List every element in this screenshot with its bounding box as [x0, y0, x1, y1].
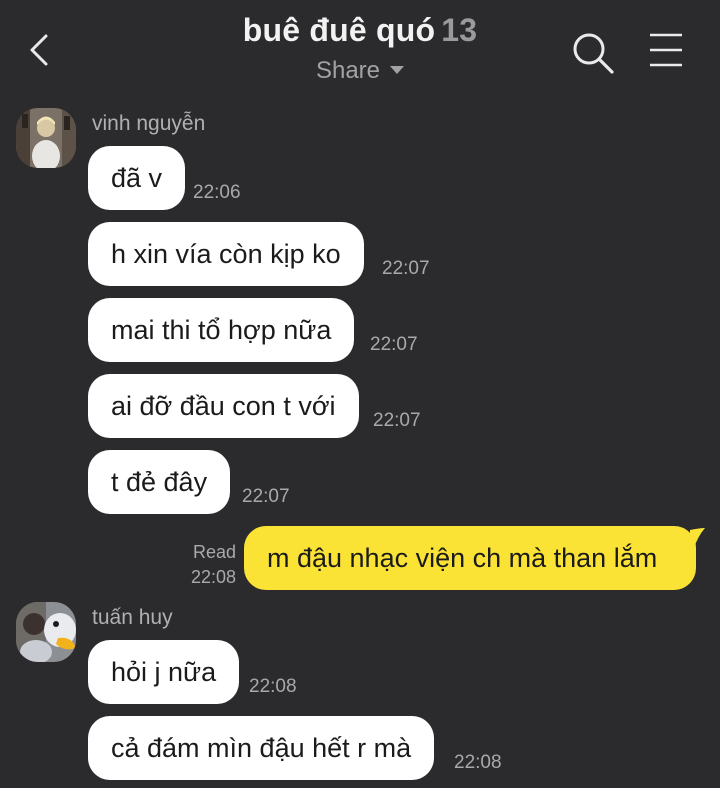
- hamburger-menu-icon[interactable]: [648, 32, 684, 68]
- my-message-bubble[interactable]: m đậu nhạc viện ch mà than lắm: [244, 526, 696, 590]
- message-time: 22:07: [370, 334, 418, 355]
- message-bubble[interactable]: hỏi j nữa: [88, 640, 240, 704]
- message-bubble[interactable]: mai thi tổ hợp nữa: [88, 298, 355, 362]
- avatar[interactable]: [16, 602, 76, 662]
- sender-name: tuấn huy: [92, 606, 173, 629]
- message-bubble[interactable]: h xin vía còn kịp ko: [88, 222, 364, 286]
- search-icon[interactable]: [570, 30, 616, 76]
- message-bubble[interactable]: t đẻ đây: [88, 450, 231, 514]
- message-bubble[interactable]: cả đám mìn đậu hết r mà: [88, 716, 435, 780]
- message-time: 22:06: [193, 182, 241, 203]
- message-time: 22:07: [373, 410, 421, 431]
- read-status: Read: [192, 542, 236, 562]
- caret-down-icon: [390, 65, 405, 74]
- chat-name: buê đuê quó: [242, 12, 436, 48]
- sender-name: vinh nguyễn: [92, 112, 206, 135]
- avatar-photo: [16, 602, 76, 662]
- message-bubble[interactable]: đã v: [88, 146, 186, 210]
- message-bubble[interactable]: ai đỡ đầu con t với: [88, 374, 359, 438]
- message-time: 22:08: [249, 676, 297, 697]
- message-time: 22:07: [242, 486, 290, 507]
- avatar-photo: [16, 108, 76, 168]
- message-time: 22:07: [382, 258, 430, 279]
- share-label: Share: [315, 57, 381, 84]
- avatar[interactable]: [16, 108, 76, 168]
- bubble-tail: [690, 528, 705, 548]
- message-time: 22:08: [454, 752, 502, 773]
- member-count: 13: [441, 12, 478, 48]
- message-time: 22:08: [190, 567, 236, 587]
- chat-header: buê đuê quó 13 Share: [0, 0, 720, 100]
- read-receipt: Read 22:08: [170, 540, 236, 590]
